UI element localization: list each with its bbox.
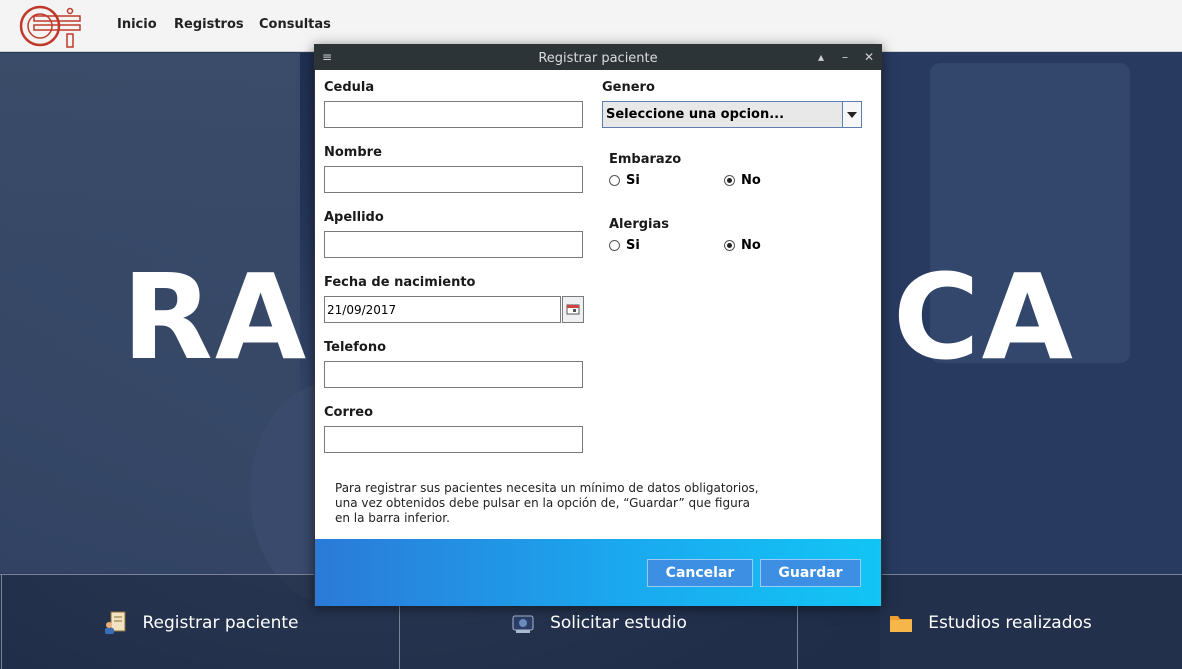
alergias-si-radio[interactable]: Si <box>609 238 640 253</box>
dialog-title: Registrar paciente <box>538 51 658 66</box>
chevron-down-icon[interactable] <box>842 102 861 127</box>
info-text: Para registrar sus pacientes necesita un… <box>335 481 775 526</box>
info-line: Para registrar sus pacientes necesita un… <box>335 481 759 495</box>
radio-unchecked-icon <box>609 240 620 251</box>
nombre-label: Nombre <box>324 145 382 160</box>
cancel-button[interactable]: Cancelar <box>647 559 753 587</box>
embarazo-si-radio[interactable]: Si <box>609 173 640 188</box>
radio-unchecked-icon <box>609 175 620 186</box>
patient-record-icon <box>103 610 129 636</box>
correo-input[interactable] <box>324 426 583 453</box>
genero-label: Genero <box>602 80 655 95</box>
embarazo-si-label: Si <box>626 173 640 188</box>
info-line: en la barra inferior. <box>335 511 450 525</box>
maximize-icon[interactable]: ▴ <box>813 49 829 65</box>
folder-icon <box>888 610 914 636</box>
calendar-icon <box>566 304 580 315</box>
embarazo-no-radio[interactable]: No <box>724 173 761 188</box>
app-logo <box>19 5 81 48</box>
nav-registros[interactable]: Registros <box>174 17 244 32</box>
embarazo-no-label: No <box>741 173 761 188</box>
close-icon[interactable]: ✕ <box>861 49 877 65</box>
minimize-icon[interactable]: – <box>837 49 853 65</box>
register-patient-dialog: ≡ Registrar paciente ▴ – ✕ Cedula Nombre… <box>314 44 882 606</box>
nombre-input[interactable] <box>324 166 583 193</box>
scanner-icon <box>510 610 536 636</box>
background-text-left: RA <box>122 248 309 386</box>
calendar-button[interactable] <box>562 296 584 323</box>
telefono-input[interactable] <box>324 361 583 388</box>
embarazo-label: Embarazo <box>609 152 682 167</box>
alergias-no-label: No <box>741 238 761 253</box>
background-text-right: CA <box>893 248 1075 386</box>
correo-label: Correo <box>324 405 374 420</box>
nav-inicio[interactable]: Inicio <box>117 17 157 32</box>
studies-done-label: Estudios realizados <box>928 612 1092 633</box>
apellido-input[interactable] <box>324 231 583 258</box>
save-button[interactable]: Guardar <box>760 559 861 587</box>
alergias-si-label: Si <box>626 238 640 253</box>
request-study-label: Solicitar estudio <box>550 612 687 633</box>
dialog-titlebar[interactable]: ≡ Registrar paciente ▴ – ✕ <box>315 45 881 70</box>
birthdate-label: Fecha de nacimiento <box>324 275 476 290</box>
register-patient-label: Registrar paciente <box>142 612 299 633</box>
genero-select[interactable]: Seleccione una opcion... <box>602 101 862 128</box>
info-line: una vez obtenidos debe pulsar en la opci… <box>335 496 750 510</box>
dialog-footer: Cancelar Guardar <box>315 539 881 606</box>
radio-checked-icon <box>724 175 735 186</box>
telefono-label: Telefono <box>324 340 387 355</box>
alergias-no-radio[interactable]: No <box>724 238 761 253</box>
cedula-input[interactable] <box>324 101 583 128</box>
cedula-label: Cedula <box>324 80 375 95</box>
genero-selected-value: Seleccione una opcion... <box>606 107 785 122</box>
apellido-label: Apellido <box>324 210 384 225</box>
alergias-label: Alergias <box>609 217 670 232</box>
birthdate-input[interactable] <box>324 296 561 323</box>
radio-checked-icon <box>724 240 735 251</box>
nav-consultas[interactable]: Consultas <box>259 17 331 32</box>
